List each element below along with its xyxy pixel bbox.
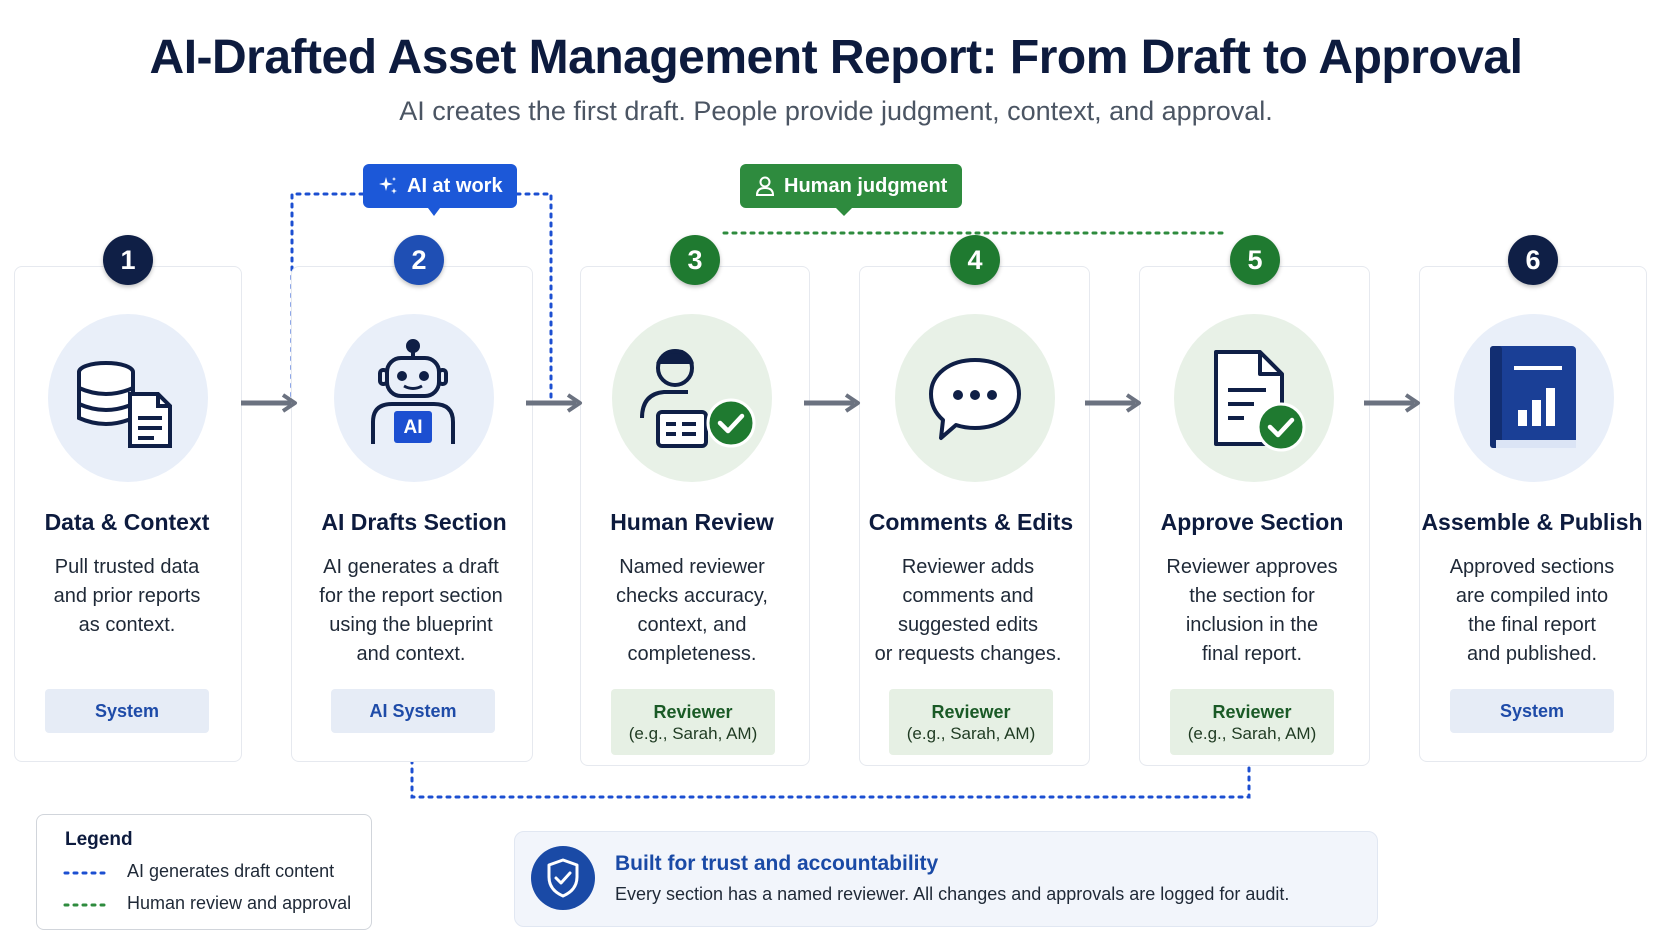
- page-title: AI-Drafted Asset Management Report: From…: [149, 31, 1523, 84]
- step-1-icon-wrap: [48, 314, 208, 482]
- ai-at-work-tag: AI at work: [363, 164, 517, 208]
- legend-title: Legend: [65, 829, 133, 850]
- report-book-icon: [1490, 346, 1576, 448]
- step-4-description: Reviewer adds comments and suggested edi…: [874, 556, 1062, 665]
- legend-item-ai: AI generates draft content: [127, 861, 335, 881]
- human-judgment-tag: Human judgment: [740, 164, 962, 208]
- step-5-title: Approve Section: [1160, 509, 1344, 535]
- ai-tag-pointer: [428, 208, 440, 216]
- step-number-1: 1: [103, 235, 153, 285]
- step-3-role: Reviewer: [653, 702, 733, 722]
- database-document-icon: [77, 361, 172, 448]
- step-3-role-detail: (e.g., Sarah, AM): [628, 724, 758, 743]
- shield-check-icon: [531, 846, 595, 910]
- legend-ai-line: [63, 871, 111, 875]
- step-5-role-badge: Reviewer (e.g., Sarah, AM): [1170, 689, 1334, 755]
- step-5-icon-wrap: [1174, 314, 1334, 482]
- step-3-title: Human Review: [610, 509, 774, 535]
- trust-title: Built for trust and accountability: [615, 852, 939, 875]
- step-4-icon-wrap: [895, 314, 1055, 482]
- document-check-icon: [1214, 350, 1306, 452]
- chat-bubble-icon: [929, 358, 1021, 440]
- step-2-role-badge: AI System: [331, 689, 495, 733]
- step-5-role-detail: (e.g., Sarah, AM): [1187, 724, 1317, 743]
- legend-box: Legend AI generates draft content Human …: [36, 814, 372, 930]
- step-3-description: Named reviewer checks accuracy, context,…: [616, 556, 768, 665]
- step-2-title: AI Drafts Section: [321, 509, 507, 535]
- step-number-5: 5: [1230, 235, 1280, 285]
- step-3-icon-wrap: [612, 314, 772, 482]
- step-6-role-badge: System: [1450, 689, 1614, 733]
- step-1-title: Data & Context: [44, 509, 210, 535]
- arrow-1-2: [241, 393, 297, 413]
- legend-human-line: [63, 903, 111, 907]
- step-3-role-badge: Reviewer (e.g., Sarah, AM): [611, 689, 775, 755]
- step-number-2: 2: [394, 235, 444, 285]
- step-1-description: Pull trusted data and prior reports as c…: [53, 556, 201, 636]
- step-5-role: Reviewer: [1212, 702, 1292, 722]
- step-4-role-detail: (e.g., Sarah, AM): [906, 724, 1036, 743]
- step-4-role: Reviewer: [931, 702, 1011, 722]
- step-number-6: 6: [1508, 235, 1558, 285]
- step-5-description: Reviewer approves the section for inclus…: [1166, 556, 1338, 665]
- step-2-description: AI generates a draft for the report sect…: [319, 556, 503, 665]
- return-loop-line: [410, 758, 1251, 799]
- ai-tag-label: AI at work: [407, 175, 503, 197]
- reviewer-check-icon: [640, 349, 756, 448]
- person-icon: [755, 176, 775, 196]
- arrow-2-3: [526, 393, 582, 413]
- step-2-icon-wrap: AI: [334, 314, 494, 482]
- sparkle-icon: [379, 177, 397, 194]
- arrow-4-5: [1085, 393, 1141, 413]
- step-1-role-badge: System: [45, 689, 209, 733]
- page-subtitle: AI creates the first draft. People provi…: [399, 96, 1273, 126]
- human-tag-label: Human judgment: [784, 175, 948, 197]
- step-4-role-badge: Reviewer (e.g., Sarah, AM): [889, 689, 1053, 755]
- trust-description: Every section has a named reviewer. All …: [615, 884, 1290, 904]
- step-6-title: Assemble & Publish: [1421, 509, 1643, 535]
- step-number-3: 3: [670, 235, 720, 285]
- trust-banner: Built for trust and accountability Every…: [514, 831, 1378, 927]
- robot-icon: [371, 339, 455, 444]
- step-6-description: Approved sections are compiled into the …: [1449, 556, 1615, 665]
- human-tag-pointer: [836, 208, 852, 216]
- step-4-title: Comments & Edits: [868, 509, 1074, 535]
- legend-item-human: Human review and approval: [127, 893, 352, 913]
- step-number-4: 4: [950, 235, 1000, 285]
- step-6-icon-wrap: [1454, 314, 1614, 482]
- arrow-3-4: [804, 393, 860, 413]
- robot-ai-label: AI: [403, 417, 423, 438]
- arrow-5-6: [1364, 393, 1420, 413]
